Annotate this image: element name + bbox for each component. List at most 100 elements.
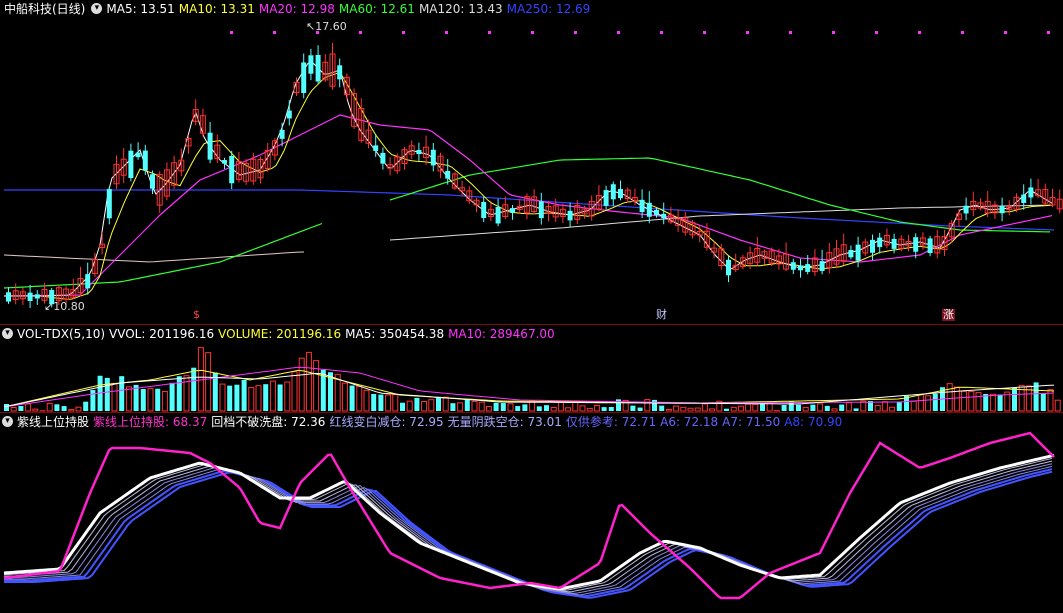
- volume-bar-down: [536, 406, 542, 411]
- volume-bar-down: [652, 399, 657, 411]
- volume-bar-up: [557, 401, 564, 412]
- candle-down: [229, 156, 235, 184]
- ma-labels: MA5: 13.51 MA10: 13.31 MA20: 12.98 MA60: 12…: [106, 2, 594, 16]
- volume-labels: VVOL: 201196.16 VOLUME: 201196.16 MA5: 350…: [109, 327, 559, 341]
- ind-label-6: A7: 71.50: [722, 415, 781, 429]
- ind-label-0: 紫线上位持股: 68.37: [93, 415, 208, 429]
- volume-bar-down: [191, 367, 197, 411]
- candle-down: [855, 244, 861, 261]
- candle-down: [538, 201, 544, 219]
- expand-icon[interactable]: ▾: [91, 3, 103, 14]
- marker-dollar[interactable]: $: [193, 309, 200, 321]
- marker-finance[interactable]: 财: [656, 309, 667, 321]
- volume-bar-up: [831, 408, 838, 412]
- price-chart[interactable]: [0, 0, 1063, 323]
- volume-bar-up: [644, 399, 651, 412]
- volume-bar-down: [522, 404, 528, 411]
- volume-bar-down: [436, 396, 441, 411]
- volume-bar-down: [4, 404, 9, 411]
- volume-bar-up: [284, 381, 291, 412]
- volume-bar-down: [796, 404, 801, 411]
- volume-bar-up: [205, 352, 212, 412]
- candle-down: [610, 184, 616, 200]
- expand-icon[interactable]: ▾: [2, 328, 13, 339]
- volume-bar-up: [968, 391, 975, 412]
- volume-panel[interactable]: ▾ VOL-TDX(5,10) VVOL: 201196.16 VOLUME: 201…: [0, 325, 1063, 412]
- candle-down: [416, 149, 422, 155]
- expand-icon[interactable]: ▾: [2, 416, 13, 427]
- candle-down: [913, 237, 919, 252]
- volume-bar-up: [25, 403, 32, 412]
- candle-down: [150, 174, 155, 189]
- volume-bar-down: [155, 388, 161, 411]
- candle-down: [430, 149, 436, 166]
- volume-bar-down: [637, 407, 643, 411]
- candle-down: [618, 189, 623, 199]
- ma-label-5: MA250: 12.69: [506, 2, 591, 16]
- candle-down: [337, 65, 343, 80]
- candle-down: [286, 110, 292, 119]
- volume-bar-up: [507, 403, 514, 412]
- volume-bar-down: [630, 405, 636, 411]
- ma-label-1: MA10: 13.31: [178, 2, 255, 16]
- candle-down: [222, 160, 227, 164]
- candle-down: [567, 210, 573, 221]
- top-dot: [488, 31, 491, 34]
- purple-line: [3, 431, 1055, 600]
- indicator-chart[interactable]: [0, 413, 1063, 613]
- price-panel[interactable]: 中船科技(日线) ▾ MA5: 13.51 MA10: 13.31 MA20: 12.9…: [0, 0, 1063, 323]
- ma60-line: [389, 157, 1051, 233]
- ma120-line: [3, 251, 305, 263]
- volume-bar-up: [593, 404, 600, 412]
- volume-bar-down: [140, 389, 146, 411]
- ma10-line: [4, 71, 1053, 300]
- volume-bar-down: [83, 401, 89, 411]
- volume-bar-up: [975, 392, 982, 412]
- volume-bar-up: [457, 402, 464, 412]
- volume-bar-up: [665, 409, 672, 412]
- volume-bar-up: [550, 406, 557, 412]
- volume-header: ▾ VOL-TDX(5,10) VVOL: 201196.16 VOLUME: 201…: [0, 325, 563, 343]
- volume-bar-down: [616, 399, 621, 411]
- candle-down: [819, 261, 825, 272]
- volume-bar-down: [932, 393, 938, 411]
- candle-down: [639, 199, 645, 213]
- volume-bar-up: [565, 407, 572, 412]
- top-dot: [832, 31, 835, 34]
- top-dot: [660, 31, 663, 34]
- volume-bar-up: [442, 396, 449, 412]
- candle-down: [481, 202, 487, 218]
- volume-bar-down: [176, 376, 182, 411]
- candle-down: [798, 265, 803, 271]
- candle-down: [510, 208, 515, 213]
- volume-bar-up: [269, 380, 276, 412]
- volume-bar-up: [766, 401, 773, 412]
- candle-down: [654, 209, 659, 216]
- marker-rise[interactable]: 涨: [942, 309, 955, 321]
- candle-down: [963, 205, 969, 214]
- volume-bar-down: [853, 408, 859, 411]
- volume-bar-down: [54, 404, 60, 411]
- vol-label-2: MA5: 350454.38: [345, 327, 445, 341]
- indicator-band-line: [4, 457, 1053, 591]
- volume-bar-down: [1040, 393, 1046, 411]
- volume-bar-up: [421, 400, 428, 412]
- volume-bar-down: [724, 408, 729, 411]
- volume-bar-down: [263, 384, 269, 411]
- indicator-panel[interactable]: ▾ 紫线上位持股 紫线上位持股: 68.37 回档不破洗盘: 72.36 红线变白减仓:…: [0, 413, 1063, 613]
- candle-down: [891, 238, 897, 249]
- candle-down: [6, 292, 11, 302]
- candle-down: [999, 206, 1005, 214]
- volume-bar-down: [896, 402, 902, 411]
- volume-bar-up: [680, 406, 687, 412]
- volume-bar-up: [161, 390, 168, 412]
- volume-bar-up: [586, 407, 593, 412]
- volume-bar-down: [760, 403, 765, 411]
- top-dot: [574, 31, 577, 34]
- top-dot: [273, 31, 276, 34]
- volume-bar-up: [817, 403, 824, 412]
- top-dot: [402, 31, 405, 34]
- volume-bar-down: [234, 384, 240, 411]
- volume-bar-up: [730, 406, 737, 412]
- top-dot: [230, 31, 233, 34]
